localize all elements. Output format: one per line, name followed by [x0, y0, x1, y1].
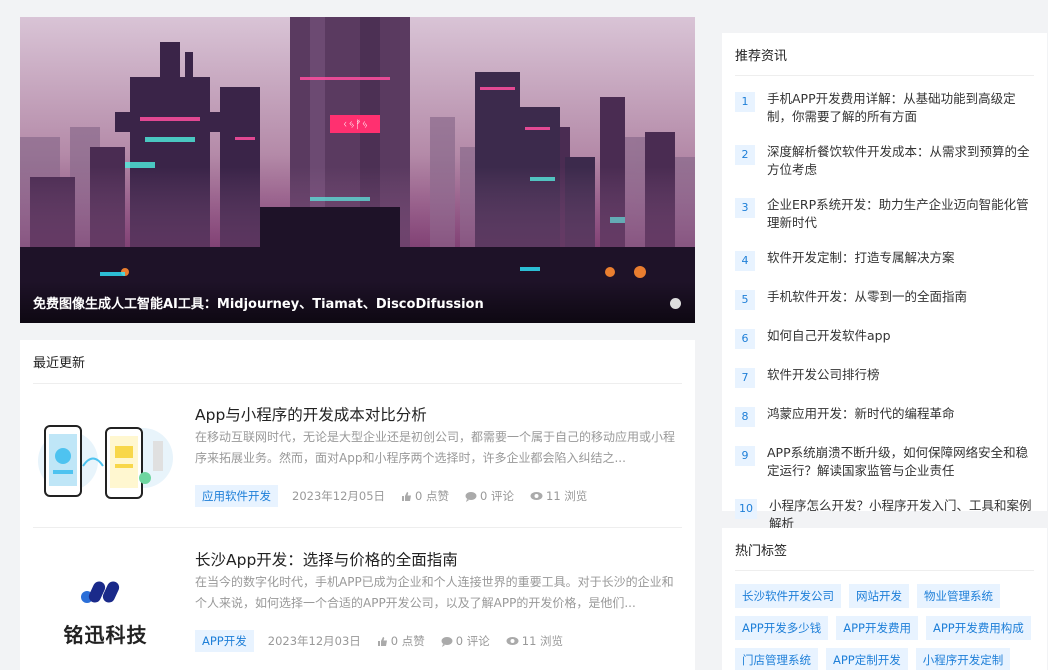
recommended-item[interactable]: 7 软件开发公司排行榜	[735, 364, 1035, 388]
hero-caption[interactable]: 免费图像生成人工智能AI工具：Midjourney、Tiamat、DiscoDi…	[20, 281, 695, 323]
likes-count: 0 点赞	[415, 489, 450, 503]
recommended-item[interactable]: 9 APP系统崩溃不断升级，如何保障网络安全和稳定运行？解读国家监管与企业责任	[735, 442, 1035, 480]
article-date: 2023年12月03日	[267, 634, 361, 648]
hot-tag[interactable]: 网站开发	[849, 584, 909, 608]
article-thumbnail[interactable]: 铭迅科技	[33, 551, 178, 654]
recommended-item[interactable]: 3 企业ERP系统开发：助力生产企业迈向智能化管理新时代	[735, 194, 1035, 232]
rank-badge: 4	[735, 251, 755, 271]
article-title[interactable]: 长沙App开发：选择与价格的全面指南	[195, 548, 458, 570]
article-item[interactable]: App与小程序的开发成本对比分析 在移动互联网时代，无论是大型企业还是初创公司，…	[33, 398, 682, 528]
page: ᚲᛃᚠᛃ 免费图像生成人工智能AI工具：Midjourney、Tiamat、Di…	[0, 0, 1048, 670]
phone-illustration	[33, 406, 178, 509]
carousel-dot[interactable]	[670, 298, 681, 309]
recommended-item-title[interactable]: 企业ERP系统开发：助力生产企业迈向智能化管理新时代	[767, 194, 1035, 232]
recommended-item[interactable]: 1 手机APP开发费用详解：从基础功能到高级定制，你需要了解的所有方面	[735, 88, 1035, 126]
recommended-item-title[interactable]: 软件开发公司排行榜	[767, 364, 880, 384]
hot-tags-heading: 热门标签	[735, 528, 1034, 571]
article-comments[interactable]: 0 评论	[441, 633, 490, 649]
article-meta: APP开发 2023年12月03日 0 点赞 0 评论 11 浏览	[195, 630, 579, 652]
hero-neon-sign: ᚲᛃᚠᛃ	[342, 118, 368, 131]
rank-badge: 9	[735, 446, 755, 466]
hot-tag[interactable]: 小程序开发定制	[915, 648, 1011, 670]
recommended-item-title[interactable]: 软件开发定制：打造专属解决方案	[767, 247, 955, 267]
hot-tag[interactable]: 门店管理系统	[735, 648, 818, 670]
eye-icon	[530, 492, 543, 500]
recommended-item-title[interactable]: 鸿蒙应用开发：新时代的编程革命	[767, 403, 955, 423]
rank-badge: 1	[735, 92, 755, 112]
recommended-news-panel: 推荐资讯 1 手机APP开发费用详解：从基础功能到高级定制，你需要了解的所有方面 2…	[722, 33, 1047, 531]
recommended-news-list: 1 手机APP开发费用详解：从基础功能到高级定制，你需要了解的所有方面 2 深度解析餐…	[735, 88, 1035, 533]
recommended-item[interactable]: 8 鸿蒙应用开发：新时代的编程革命	[735, 403, 1035, 427]
rank-badge: 6	[735, 329, 755, 349]
article-comments[interactable]: 0 评论	[465, 488, 514, 504]
recommended-news-heading: 推荐资讯	[735, 33, 1034, 76]
recommended-item-title[interactable]: 手机APP开发费用详解：从基础功能到高级定制，你需要了解的所有方面	[767, 88, 1035, 126]
rank-badge: 8	[735, 407, 755, 427]
hot-tag[interactable]: APP开发费用构成	[926, 616, 1031, 640]
recommended-item-title[interactable]: 深度解析餐饮软件开发成本：从需求到预算的全方位考虑	[767, 141, 1035, 179]
thumbs-up-icon	[402, 491, 412, 501]
recommended-item[interactable]: 4 软件开发定制：打造专属解决方案	[735, 247, 1035, 271]
article-meta: 应用软件开发 2023年12月05日 0 点赞 0 评论 11 浏览	[195, 485, 603, 507]
comments-count: 0 评论	[455, 634, 490, 648]
article-item[interactable]: 铭迅科技 长沙App开发：选择与价格的全面指南 在当今的数字化时代，手机APP已…	[33, 543, 682, 670]
rank-badge: 2	[735, 145, 755, 165]
article-category-tag[interactable]: 应用软件开发	[195, 485, 278, 507]
article-excerpt: 在移动互联网时代，无论是大型企业还是初创公司，都需要一个属于自己的移动应用或小程…	[195, 430, 676, 465]
comment-icon	[465, 491, 477, 502]
hero-carousel[interactable]: ᚲᛃᚠᛃ 免费图像生成人工智能AI工具：Midjourney、Tiamat、Di…	[20, 17, 695, 323]
article-date: 2023年12月05日	[292, 489, 386, 503]
rank-badge: 5	[735, 290, 755, 310]
thumbs-up-icon	[377, 636, 387, 646]
hot-tags-list: 长沙软件开发公司 网站开发 物业管理系统 APP开发多少钱 APP开发费用 APP开发费用…	[735, 584, 1040, 670]
rank-badge: 3	[735, 198, 755, 218]
article-excerpt: 在当今的数字化时代，手机APP已成为企业和个人连接世界的重要工具。对于长沙的企业…	[195, 575, 674, 610]
recommended-item-title[interactable]: APP系统崩溃不断升级，如何保障网络安全和稳定运行？解读国家监管与企业责任	[767, 442, 1035, 480]
latest-updates-panel: 最近更新 App与小程序的开发成本对比分析 在移动互联网时代，无论是大型企业还是…	[20, 340, 695, 670]
article-views: 11 浏览	[506, 633, 563, 649]
hot-tag[interactable]: 长沙软件开发公司	[735, 584, 841, 608]
comments-count: 0 评论	[480, 489, 515, 503]
hot-tag[interactable]: APP定制开发	[826, 648, 908, 670]
article-title[interactable]: App与小程序的开发成本对比分析	[195, 403, 427, 425]
article-likes[interactable]: 0 点赞	[377, 633, 425, 649]
article-likes[interactable]: 0 点赞	[401, 488, 449, 504]
hero-image[interactable]: ᚲᛃᚠᛃ	[20, 17, 695, 323]
hot-tag[interactable]: 物业管理系统	[917, 584, 1000, 608]
company-logo-text: 铭迅科技	[63, 623, 148, 647]
views-count: 11 浏览	[521, 634, 564, 648]
recommended-item-title[interactable]: 手机软件开发：从零到一的全面指南	[767, 286, 967, 306]
views-count: 11 浏览	[546, 489, 588, 503]
rank-badge: 7	[735, 368, 755, 388]
latest-updates-heading: 最近更新	[33, 340, 682, 384]
recommended-item-title[interactable]: 如何自己开发软件app	[767, 325, 891, 345]
hot-tag[interactable]: APP开发多少钱	[735, 616, 829, 640]
recommended-item[interactable]: 6 如何自己开发软件app	[735, 325, 1035, 349]
eye-icon	[506, 637, 519, 645]
comment-icon	[441, 636, 453, 647]
hot-tags-panel: 热门标签 长沙软件开发公司 网站开发 物业管理系统 APP开发多少钱 APP开发费用 AP…	[722, 528, 1047, 670]
rank-badge: 10	[735, 499, 757, 519]
likes-count: 0 点赞	[390, 634, 425, 648]
recommended-item[interactable]: 2 深度解析餐饮软件开发成本：从需求到预算的全方位考虑	[735, 141, 1035, 179]
hot-tag[interactable]: APP开发费用	[836, 616, 918, 640]
article-category-tag[interactable]: APP开发	[195, 630, 254, 652]
recommended-item[interactable]: 5 手机软件开发：从零到一的全面指南	[735, 286, 1035, 310]
article-thumbnail[interactable]	[33, 406, 178, 509]
article-views: 11 浏览	[530, 488, 587, 504]
